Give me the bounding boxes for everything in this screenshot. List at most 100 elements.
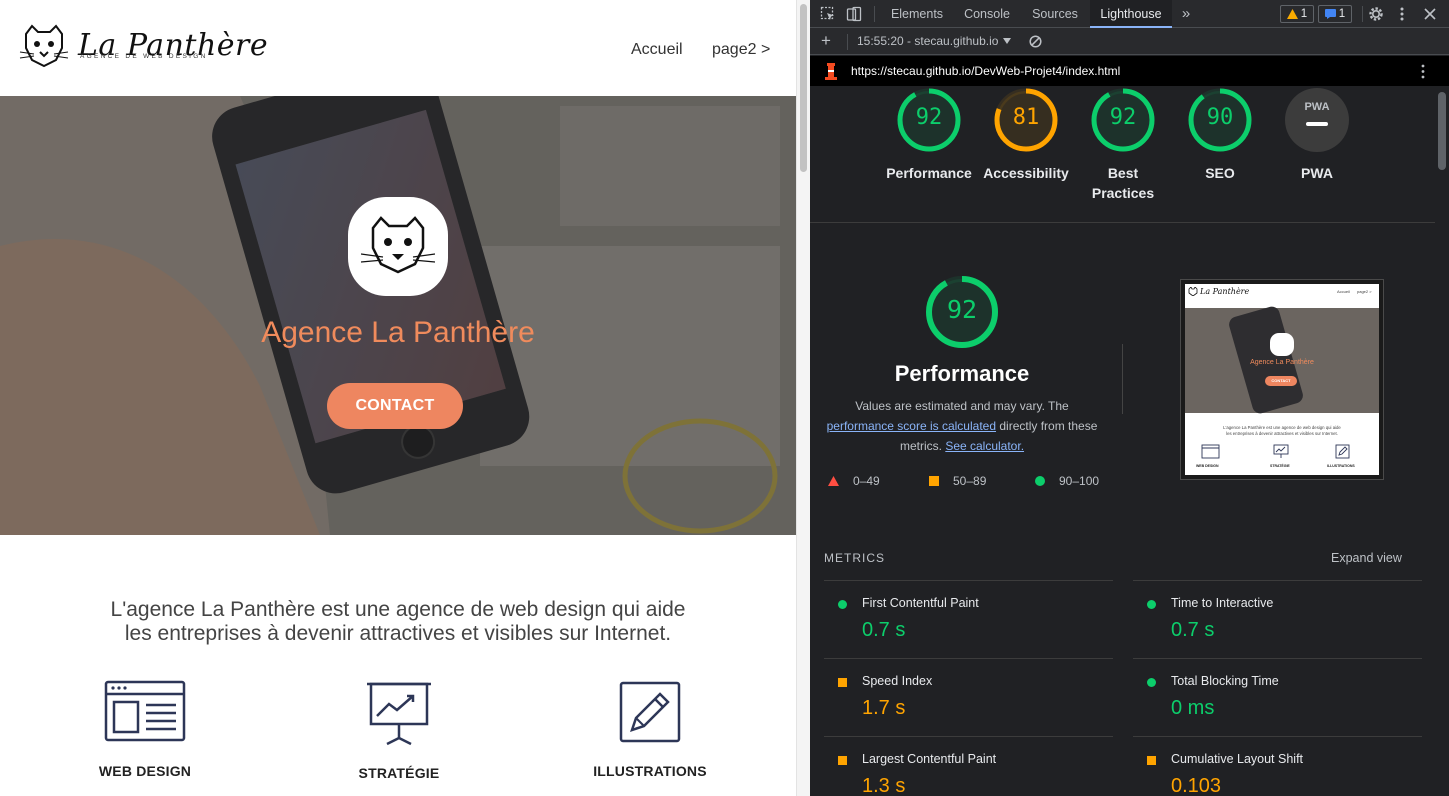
devtools-panel: Elements Console Sources Lighthouse » 1 …	[810, 0, 1449, 796]
new-report-button[interactable]: +	[821, 31, 831, 51]
nav-link-accueil[interactable]: Accueil	[631, 41, 683, 59]
gauge-best-practices[interactable]: 92	[1091, 88, 1155, 152]
pwa-dash	[1306, 122, 1328, 126]
gauge-seo[interactable]: 90	[1188, 88, 1252, 152]
pass-circle-icon	[838, 600, 847, 609]
gauge-seo-label[interactable]: SEO	[1165, 163, 1275, 183]
metric-first-contentful-paint-label: First Contentful Paint	[862, 596, 979, 610]
gauge-pwa[interactable]: PWA	[1285, 88, 1349, 152]
metric-total-blocking-time-value: 0 ms	[1171, 697, 1215, 719]
browser-window-icon	[104, 680, 186, 742]
metrics-heading: METRICS	[824, 551, 885, 565]
legend-fail: 0–49	[828, 474, 880, 488]
metric-total-blocking-time: Total Blocking Time 0 ms	[1133, 658, 1422, 736]
service-label-illustrations: ILLUSTRATIONS	[593, 763, 707, 779]
gauges-divider	[810, 222, 1437, 223]
logo-tagline: AGENCE DE WEB DESIGN	[80, 53, 208, 60]
perf-desc-text-1: Values are estimated and may vary. The	[855, 399, 1069, 413]
thumbnail-nav-page2: page2 >	[1357, 289, 1372, 294]
intro-text: L'agence La Panthère est une agence de w…	[0, 598, 796, 646]
report-selector[interactable]: 15:55:20 - stecau.github.io	[857, 34, 1012, 48]
metric-cumulative-layout-shift-label: Cumulative Layout Shift	[1171, 752, 1304, 766]
site-logo[interactable]: La Panthère AGENCE DE WEB DESIGN	[18, 22, 268, 70]
metric-time-to-interactive: Time to Interactive 0.7 s	[1133, 580, 1422, 658]
legend-pass: 90–100	[1035, 474, 1099, 488]
gauge-best-practices-score: 92	[1109, 105, 1137, 130]
report-url-bar: https://stecau.github.io/DevWeb-Projet4/…	[810, 56, 1449, 86]
thumbnail-page: La Panthère Accueil page2 > Agence La Pa…	[1185, 284, 1379, 475]
nav-link-page2[interactable]: page2 >	[712, 41, 770, 59]
gauge-best-practices-label[interactable]: Best Practices	[1088, 163, 1158, 203]
close-devtools-icon[interactable]	[1424, 8, 1436, 20]
devtools-tab-bar: Elements Console Sources Lighthouse » 1 …	[810, 0, 1449, 28]
metric-largest-contentful-paint: Largest Contentful Paint 1.3 s	[824, 736, 1113, 796]
gauge-accessibility[interactable]: 81	[994, 88, 1058, 152]
fail-triangle-icon	[828, 476, 839, 486]
warning-icon	[1286, 9, 1298, 19]
performance-big-gauge: 92	[925, 275, 999, 349]
settings-gear-icon[interactable]	[1368, 6, 1384, 22]
gauge-performance-label[interactable]: Performance	[874, 163, 984, 183]
lighthouse-logo-icon	[825, 63, 837, 80]
thumbnail-logo-name: La Panthère	[1200, 287, 1250, 296]
gauge-performance[interactable]: 92	[897, 88, 961, 152]
gauge-accessibility-label[interactable]: Accessibility	[971, 163, 1081, 183]
perf-desc-text-2: directly from these	[999, 419, 1098, 433]
performance-separator	[1122, 344, 1123, 414]
presentation-chart-icon	[367, 682, 431, 746]
website-scrollbar-thumb[interactable]	[800, 4, 807, 172]
hero-section: Agence La Panthère CONTACT	[0, 96, 796, 535]
messages-counter[interactable]: 1	[1318, 5, 1352, 23]
contact-button[interactable]: CONTACT	[327, 383, 463, 429]
tab-elements[interactable]: Elements	[882, 0, 952, 28]
warnings-counter[interactable]: 1	[1280, 5, 1314, 23]
device-toolbar-icon[interactable]	[846, 6, 862, 22]
tab-console[interactable]: Console	[954, 0, 1020, 28]
legend-average: 50–89	[929, 474, 986, 488]
clear-reports-icon[interactable]	[1029, 35, 1042, 48]
metric-cumulative-layout-shift: Cumulative Layout Shift 0.103	[1133, 736, 1422, 796]
service-label-web-design: WEB DESIGN	[98, 763, 192, 779]
pwa-badge-text: PWA	[1304, 101, 1329, 113]
tab-separator-right	[1362, 6, 1363, 22]
thumbnail-intro-line-2: les entreprises à devenir attractives et…	[1226, 430, 1338, 436]
metric-speed-index: Speed Index 1.7 s	[824, 658, 1113, 736]
service-web-design: WEB DESIGN	[45, 680, 245, 779]
tab-lighthouse[interactable]: Lighthouse	[1090, 0, 1172, 28]
gauge-seo-score: 90	[1206, 105, 1234, 130]
page-screenshot-thumbnail: La Panthère Accueil page2 > Agence La Pa…	[1180, 279, 1384, 480]
thumbnail-logo-icon	[1188, 287, 1198, 296]
perf-desc-text-3: metrics.	[899, 439, 942, 453]
thumbnail-cta: CONTACT	[1265, 376, 1297, 386]
intro-line-1: L'agence La Panthère est une agence de w…	[110, 598, 686, 621]
toolbar-separator	[847, 34, 848, 50]
more-tabs-button[interactable]: »	[1176, 0, 1196, 28]
hero-title: Agence La Panthère	[261, 316, 535, 349]
expand-view-toggle[interactable]: Expand view	[1331, 551, 1402, 565]
performance-score-link[interactable]: performance score is calculated	[827, 419, 996, 433]
site-header: La Panthère AGENCE DE WEB DESIGN Accueil…	[0, 0, 796, 96]
tab-separator	[874, 6, 875, 22]
report-scrollbar[interactable]	[1435, 86, 1449, 796]
performance-big-score: 92	[946, 295, 978, 324]
hero-logo-badge	[348, 197, 448, 296]
gauge-pwa-label[interactable]: PWA	[1262, 163, 1372, 183]
metric-largest-contentful-paint-label: Largest Contentful Paint	[862, 752, 997, 766]
thumbnail-nav-accueil: Accueil	[1337, 289, 1350, 294]
see-calculator-link[interactable]: See calculator.	[945, 439, 1024, 453]
intro-line-2: les entreprises à devenir attractives et…	[124, 622, 672, 645]
thumbnail-hero: Agence La Panthère CONTACT	[1185, 304, 1379, 416]
report-scrollbar-thumb[interactable]	[1438, 92, 1446, 170]
tab-sources[interactable]: Sources	[1022, 0, 1088, 28]
metric-first-contentful-paint-value: 0.7 s	[862, 619, 906, 641]
report-menu-icon[interactable]	[1420, 64, 1426, 79]
legend-average-range: 50–89	[953, 474, 987, 488]
pencil-frame-icon	[619, 681, 681, 743]
average-square-icon	[929, 476, 939, 486]
pass-circle-icon	[1035, 476, 1045, 486]
thumbnail-hero-title: Agence La Panthère	[1250, 359, 1314, 366]
inspect-element-icon[interactable]	[820, 6, 836, 22]
customize-menu-icon[interactable]	[1398, 6, 1406, 22]
report-url[interactable]: https://stecau.github.io/DevWeb-Projet4/…	[851, 64, 1120, 78]
report-selector-label: 15:55:20 - stecau.github.io	[857, 34, 999, 48]
